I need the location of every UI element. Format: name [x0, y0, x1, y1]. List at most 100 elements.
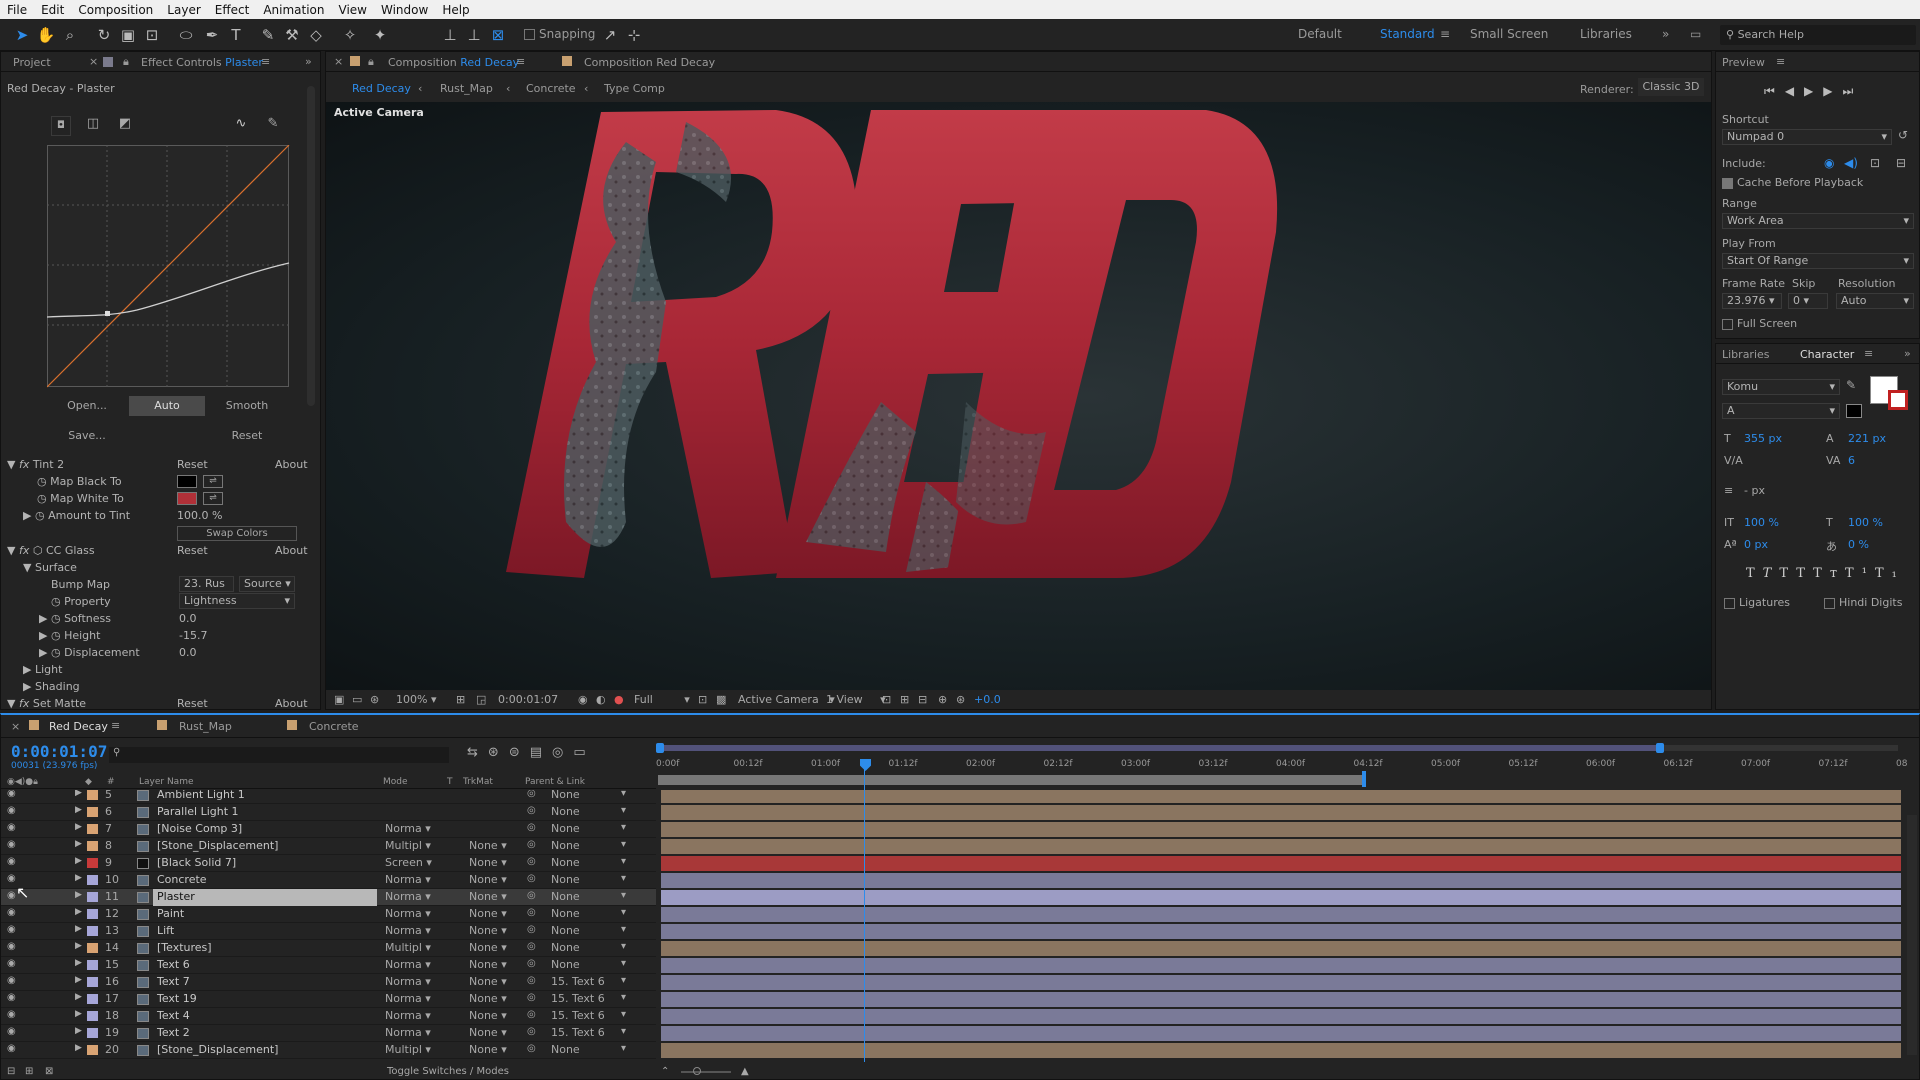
subscript-icon[interactable]: T₁ [1875, 566, 1905, 581]
label-color-chip[interactable] [87, 926, 98, 936]
tab-composition-2[interactable]: Composition Red Decay [584, 56, 715, 69]
expand-arrow-icon[interactable]: ▶ [75, 1009, 82, 1019]
layer-name[interactable]: [Textures] [157, 941, 212, 954]
stopwatch-icon[interactable]: ◷ [37, 475, 47, 488]
expand-arrow-icon[interactable]: ▶ [75, 822, 82, 832]
eraser-tool-icon[interactable]: ◇ [306, 25, 326, 45]
always-preview-icon[interactable]: ▣ [334, 690, 344, 709]
work-area-start-handle[interactable] [656, 743, 664, 753]
layer-name[interactable]: Concrete [157, 873, 207, 886]
layer-row[interactable]: ◉ ▶ 6 Parallel Light 1 ◎ None ▾ [1, 804, 1906, 821]
layer-name[interactable]: Parallel Light 1 [157, 805, 239, 818]
superscript-icon[interactable]: T¹ [1845, 566, 1875, 581]
parent-dropdown[interactable]: 15. Text 6 [551, 1026, 605, 1039]
zoom-dropdown[interactable]: 100% ▾ [396, 690, 436, 709]
include-overlay-icon[interactable]: ⊡ [1870, 156, 1880, 170]
layer-mode-dropdown[interactable]: Norma ▾ [385, 890, 431, 903]
eye-icon[interactable]: ◉ [7, 839, 16, 850]
breadcrumb-type-comp[interactable]: Type Comp [604, 82, 665, 95]
ccglass-reset-link[interactable]: Reset [177, 542, 208, 559]
menu-animation[interactable]: Animation [256, 3, 331, 17]
panel-overflow-icon[interactable]: » [305, 55, 312, 68]
menu-composition[interactable]: Composition [71, 3, 160, 17]
curve-small-icon[interactable]: ◫ [83, 116, 103, 136]
eye-icon[interactable]: ◉ [7, 924, 16, 935]
tab-project[interactable]: Project [13, 56, 51, 69]
parent-dropdown[interactable]: None [551, 856, 580, 869]
layer-mode-dropdown[interactable]: Norma ▾ [385, 873, 431, 886]
roi-icon[interactable]: ⊡ [698, 690, 707, 709]
label-color-chip[interactable] [87, 790, 98, 800]
channel-rgb-icon[interactable]: ◘ [51, 116, 71, 136]
draft-3d-icon[interactable]: ⊛ [488, 745, 509, 760]
stopwatch-icon[interactable]: ◷ [51, 646, 61, 659]
eyedropper-icon[interactable]: ⇌ [203, 492, 223, 505]
height-value[interactable]: -15.7 [179, 627, 207, 644]
softness-value[interactable]: 0.0 [179, 610, 197, 627]
eye-icon[interactable]: ◉ [7, 856, 16, 867]
expand-icon[interactable]: ⊞ [25, 1064, 33, 1080]
amount-tint-value[interactable]: 100.0 % [177, 507, 222, 524]
menu-edit[interactable]: Edit [34, 3, 71, 17]
pick-whip-icon[interactable]: ◎ [527, 924, 536, 935]
tab-timeline-rust-map[interactable]: Rust_Map [179, 720, 232, 733]
layer-mode-dropdown[interactable]: Norma ▾ [385, 822, 431, 835]
menu-effect[interactable]: Effect [208, 3, 257, 17]
transparency-grid-icon[interactable]: ▩ [716, 690, 726, 709]
label-color-chip[interactable] [87, 994, 98, 1004]
close-icon[interactable]: × [11, 720, 20, 733]
layer-name[interactable]: Text 7 [157, 975, 190, 988]
shortcut-dropdown[interactable]: Numpad 0 ▾ [1722, 129, 1892, 145]
shading-group[interactable]: ▶ Shading [23, 678, 80, 695]
layer-row[interactable]: ◉ ▶ 15 Text 6 Norma ▾ None ▾ ◎ None ▾ [1, 957, 1906, 974]
pencil-curve-icon[interactable]: ✎ [263, 116, 283, 136]
stopwatch-icon[interactable]: ◷ [51, 612, 61, 625]
breadcrumb-rust-map[interactable]: Rust_Map [440, 82, 493, 95]
skip-dropdown[interactable]: 0 ▾ [1788, 293, 1828, 309]
surface-group[interactable]: ▼ Surface [23, 559, 77, 576]
layer-row[interactable]: ◉ ▶ 17 Text 19 Norma ▾ None ▾ ◎ 15. Text… [1, 991, 1906, 1008]
layer-row[interactable]: ◉ ▶ 11 Plaster Norma ▾ None ▾ ◎ None ▾ [1, 889, 1906, 906]
layer-duration-bar[interactable] [661, 1026, 1901, 1041]
world-axis-icon[interactable]: ⊥ [464, 25, 484, 45]
last-frame-icon[interactable]: ⏭ [1843, 84, 1864, 98]
fast-preview-icon[interactable]: ⊞ [900, 690, 909, 709]
tracking-value[interactable]: 6 [1848, 454, 1855, 467]
layer-duration-bar[interactable] [661, 992, 1901, 1007]
layer-row[interactable]: ◉ ▶ 20 [Stone_Displacement] Multipl ▾ No… [1, 1042, 1906, 1059]
panel-menu-icon[interactable]: ≡ [516, 55, 525, 68]
effect-panel-scrollbar[interactable] [307, 86, 315, 406]
include-video-icon[interactable]: ◉ [1824, 156, 1834, 170]
trkmat-dropdown[interactable]: None ▾ [469, 992, 507, 1005]
layer-mode-dropdown[interactable]: Norma ▾ [385, 1009, 431, 1022]
layer-duration-bar[interactable] [661, 839, 1901, 854]
layer-duration-bar[interactable] [661, 822, 1901, 837]
bump-source-dropdown[interactable]: Source ▾ [239, 576, 295, 592]
expand-arrow-icon[interactable]: ▶ [75, 890, 82, 900]
label-color-chip[interactable] [87, 892, 98, 902]
prev-frame-icon[interactable]: ◀ [1785, 84, 1804, 98]
tab-effect-controls[interactable]: Effect Controls Plaster [141, 56, 263, 69]
expand-arrow-icon[interactable]: ▶ [39, 646, 47, 659]
pen-tool-icon[interactable]: ✒ [202, 25, 222, 45]
tab-timeline-red-decay[interactable]: Red Decay [49, 720, 108, 733]
eye-icon[interactable]: ◉ [7, 958, 16, 969]
expand-arrow-icon[interactable]: ▶ [75, 805, 82, 815]
parent-dropdown[interactable]: None [551, 790, 580, 801]
tint-about-link[interactable]: About [275, 456, 308, 473]
next-frame-icon[interactable]: ▶ [1823, 84, 1842, 98]
layer-duration-bar[interactable] [661, 873, 1901, 888]
expand-arrow-icon[interactable]: ▶ [75, 924, 82, 934]
expand-arrow-icon[interactable]: ▶ [75, 839, 82, 849]
expand-arrow-icon[interactable]: ▶ [75, 941, 82, 951]
curve-reset-button[interactable]: Reset [209, 426, 285, 446]
faux-italic-icon[interactable]: T [1763, 566, 1780, 581]
layer-search-field[interactable]: ⚲ [109, 747, 449, 763]
type-tool-icon[interactable]: T [226, 25, 246, 45]
stroke-color-swatch[interactable] [1888, 390, 1908, 410]
curves-graph[interactable] [47, 145, 290, 388]
trkmat-dropdown[interactable]: None ▾ [469, 907, 507, 920]
trkmat-dropdown[interactable]: None ▾ [469, 873, 507, 886]
pick-whip-icon[interactable]: ◎ [527, 1026, 536, 1037]
displacement-value[interactable]: 0.0 [179, 644, 197, 661]
